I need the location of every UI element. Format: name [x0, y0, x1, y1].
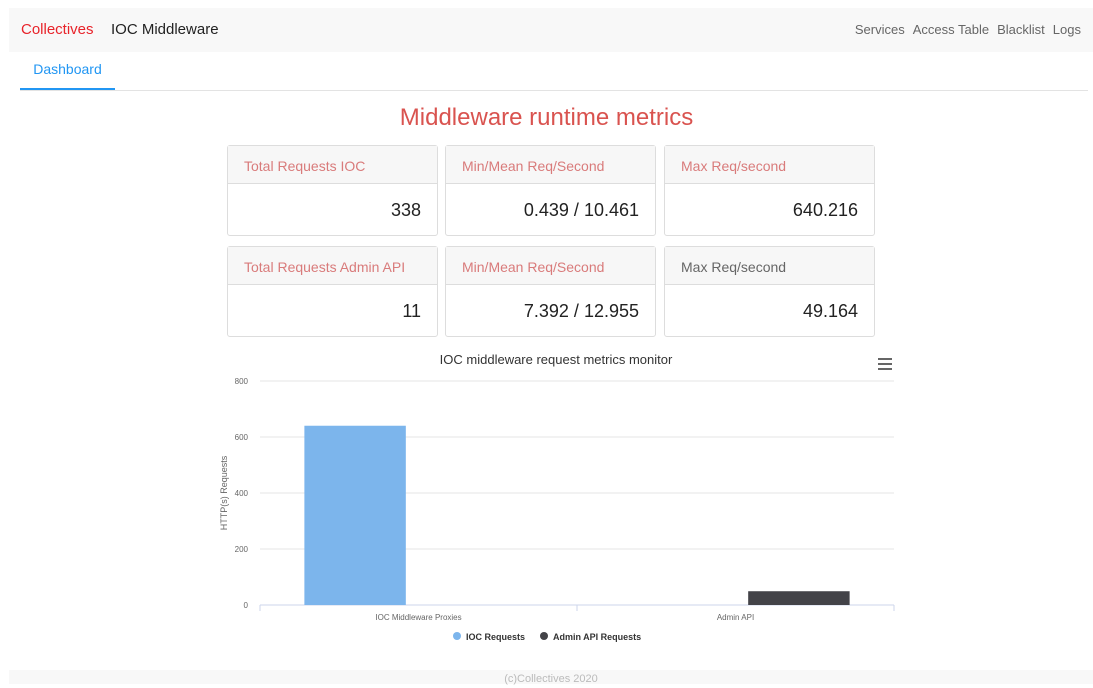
- legend-label: IOC Requests: [466, 632, 525, 642]
- y-tick-label: 400: [235, 489, 249, 498]
- nav-services-link[interactable]: Services: [855, 22, 905, 37]
- bar-ioc-requests: [304, 425, 406, 605]
- card-value: 11: [402, 301, 421, 321]
- page-title: Middleware runtime metrics: [399, 104, 694, 131]
- card-max-ioc: Max Req/second 640.216: [664, 145, 875, 236]
- y-tick-label: 200: [235, 545, 249, 554]
- card-total-requests-admin: Total Requests Admin API 11: [227, 246, 438, 337]
- tab-dashboard[interactable]: Dashboard: [20, 52, 115, 90]
- card-label: Min/Mean Req/Second: [446, 247, 655, 285]
- tab-bar: Dashboard: [20, 52, 1088, 91]
- nav-blacklist-link[interactable]: Blacklist: [997, 22, 1045, 37]
- card-value: 7.392 / 12.955: [523, 301, 639, 321]
- request-metrics-chart: IOC middleware request metrics monitor 0 2…: [218, 350, 898, 655]
- chart-svg: IOC middleware request metrics monitor 0 2…: [219, 352, 895, 642]
- card-minmean-ioc: Min/Mean Req/Second 0.439 / 10.461: [445, 145, 656, 236]
- y-tick-label: 0: [244, 601, 249, 610]
- chart-title: IOC middleware request metrics monitor: [440, 352, 673, 367]
- card-minmean-admin: Min/Mean Req/Second 7.392 / 12.955: [445, 246, 656, 337]
- card-max-admin: Max Req/second 49.164: [664, 246, 875, 337]
- card-total-requests-ioc: Total Requests IOC 338: [227, 145, 438, 236]
- card-value: 338: [390, 200, 421, 220]
- chart-menu-icon[interactable]: [878, 358, 892, 370]
- x-tick-label: IOC Middleware Proxies: [375, 613, 461, 622]
- legend-label: Admin API Requests: [553, 632, 641, 642]
- card-value: 640.216: [792, 200, 858, 220]
- card-value: 49.164: [802, 301, 858, 321]
- bar-admin-api-requests: [748, 591, 850, 605]
- y-tick-label: 800: [235, 377, 249, 386]
- y-tick-label: 600: [235, 433, 249, 442]
- card-label: Max Req/second: [665, 247, 874, 285]
- footer-copyright: (c)Collectives 2020: [9, 670, 1093, 685]
- brand-link[interactable]: Collectives: [21, 21, 94, 38]
- legend-marker: [540, 632, 548, 640]
- top-navbar: Collectives IOC Middleware Services Acce…: [9, 8, 1093, 52]
- card-label: Min/Mean Req/Second: [446, 146, 655, 184]
- top-nav-links: Services Access Table Blacklist Logs: [855, 22, 1081, 37]
- nav-logs-link[interactable]: Logs: [1053, 22, 1081, 37]
- legend-marker: [453, 632, 461, 640]
- card-label: Total Requests IOC: [228, 146, 437, 184]
- card-label: Max Req/second: [665, 146, 874, 184]
- nav-access-table-link[interactable]: Access Table: [913, 22, 989, 37]
- x-tick-label: Admin API: [717, 613, 754, 622]
- card-label: Total Requests Admin API: [228, 247, 437, 285]
- y-axis-label: HTTP(s) Requests: [219, 455, 229, 530]
- app-title: IOC Middleware: [111, 21, 219, 38]
- card-value: 0.439 / 10.461: [523, 200, 639, 220]
